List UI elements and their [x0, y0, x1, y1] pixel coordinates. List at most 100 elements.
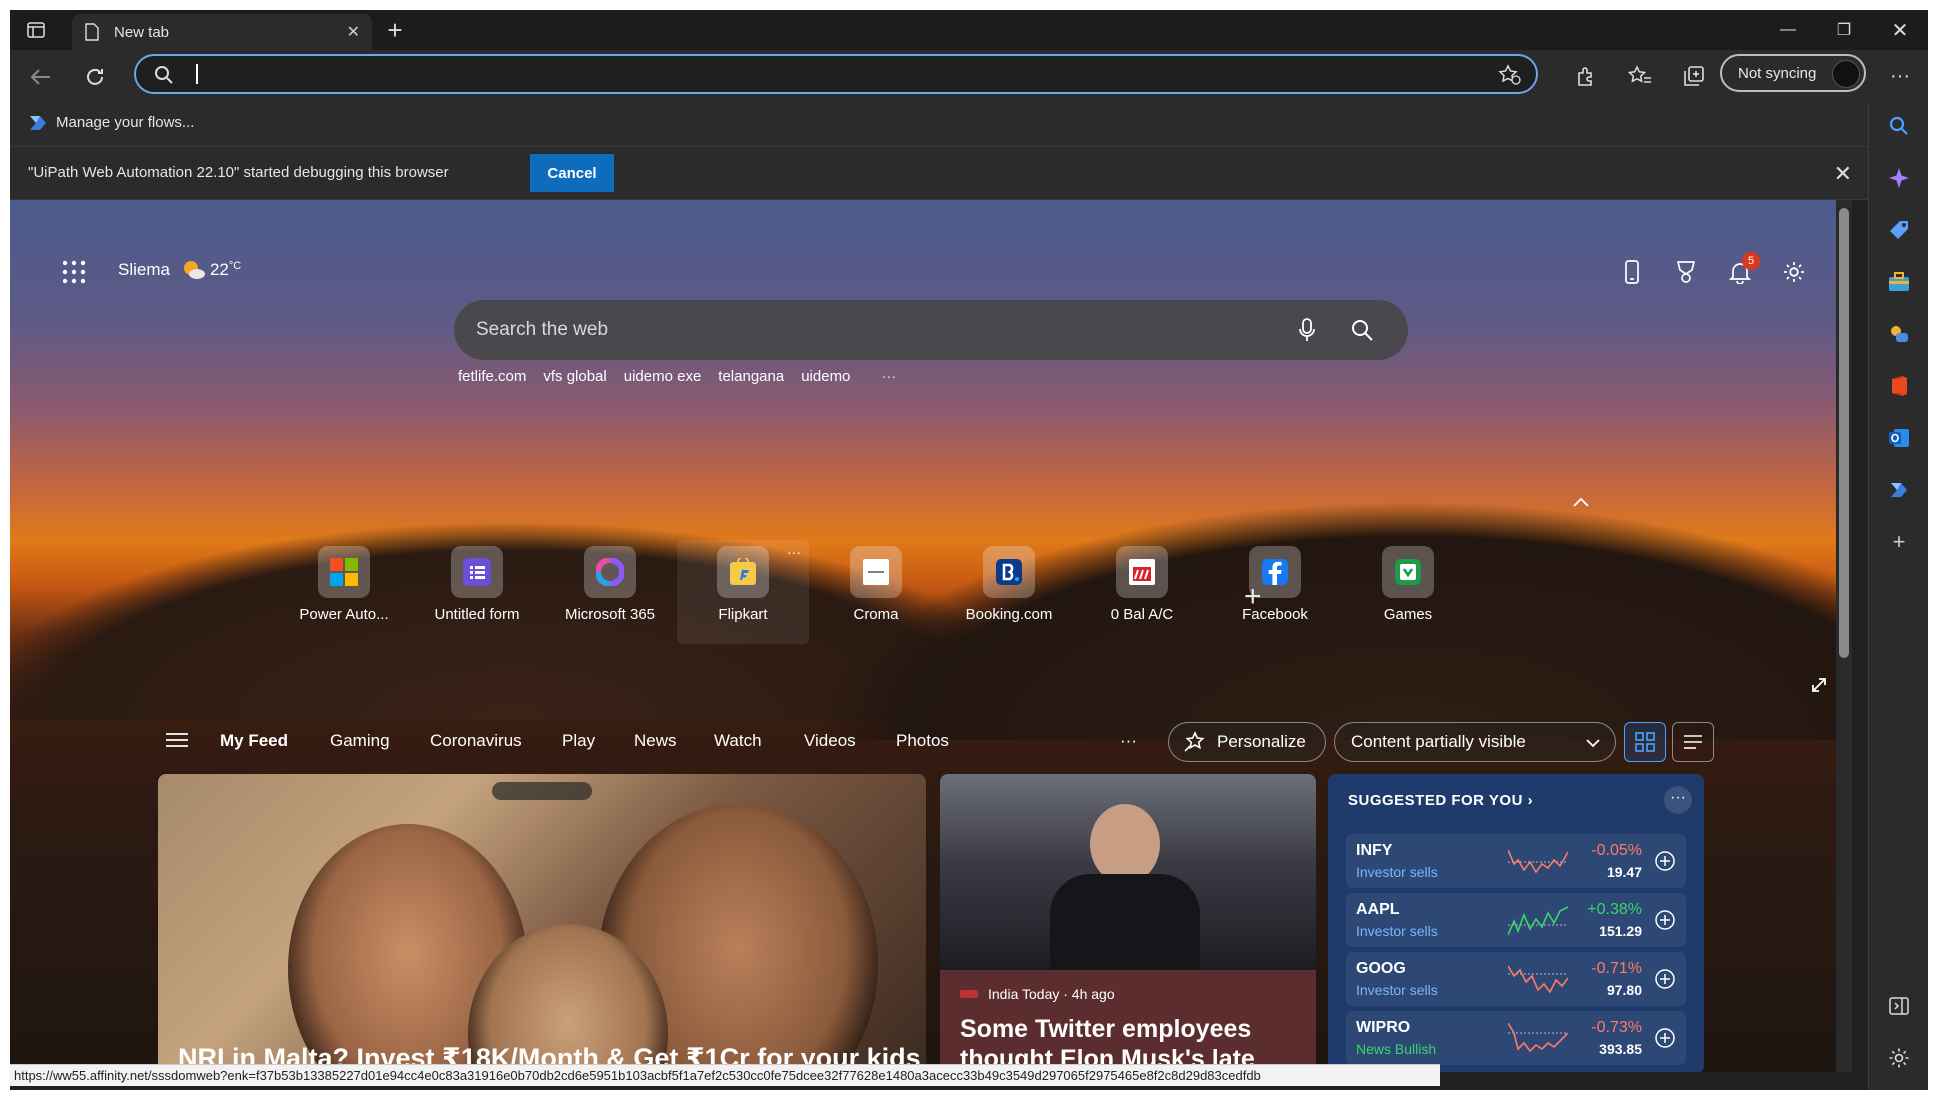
cancel-button[interactable]: Cancel — [530, 154, 614, 192]
feed-tab-videos[interactable]: Videos — [804, 731, 856, 751]
feed-navigation: My Feed Gaming Coronavirus Play News Wat… — [156, 720, 1716, 764]
grid-icon — [1635, 732, 1655, 752]
back-button[interactable] — [26, 62, 56, 92]
booking-icon — [983, 546, 1035, 598]
discover-icon[interactable] — [1887, 166, 1911, 190]
stocks-header[interactable]: SUGGESTED FOR YOU › — [1348, 792, 1533, 809]
collapse-chevron-icon[interactable] — [1572, 492, 1590, 513]
quick-link-tile[interactable]: Flipkart ··· — [677, 540, 809, 644]
extensions-icon[interactable] — [1572, 62, 1600, 90]
collections-icon[interactable] — [1680, 62, 1708, 90]
close-window-button[interactable]: ✕ — [1872, 10, 1928, 50]
add-stock-icon[interactable] — [1654, 909, 1676, 931]
tab-actions-icon[interactable] — [24, 18, 48, 42]
weather-widget[interactable]: Sliema 22 °C — [118, 259, 241, 281]
quick-link-tile[interactable]: Power Auto... — [278, 540, 410, 644]
minimize-button[interactable]: — — [1760, 10, 1816, 50]
stock-note: Investor sells — [1356, 864, 1438, 880]
favorite-manage-flows[interactable]: Manage your flows... — [28, 114, 194, 131]
stocks-widget: SUGGESTED FOR YOU › ··· INFY Investor se… — [1328, 774, 1704, 1072]
suggestion-link[interactable]: uidemo exe — [624, 368, 702, 385]
tab-close-icon[interactable]: ✕ — [347, 22, 360, 42]
list-view-button[interactable] — [1672, 722, 1714, 762]
stock-row[interactable]: AAPL Investor sells +0.38% 151.29 — [1346, 893, 1686, 947]
feed-tab-my-feed[interactable]: My Feed — [220, 731, 288, 751]
stock-change: -0.73% — [1591, 1019, 1642, 1036]
stock-row[interactable]: GOOG Investor sells -0.71% 97.80 — [1346, 952, 1686, 1006]
microphone-icon[interactable] — [1298, 318, 1316, 342]
app-launcher-icon[interactable] — [62, 260, 86, 284]
tile-more-button[interactable]: ··· — [787, 544, 801, 560]
add-favorite-icon[interactable] — [1498, 64, 1522, 86]
address-bar[interactable] — [134, 54, 1538, 94]
outlook-icon[interactable] — [1887, 426, 1911, 450]
favorites-icon[interactable] — [1626, 62, 1654, 90]
news-card[interactable]: India Today · 4h ago Some Twitter employ… — [940, 774, 1316, 1072]
page-scrollbar[interactable] — [1836, 200, 1852, 1072]
games-icon[interactable] — [1887, 322, 1911, 346]
hero-news-card[interactable]: NRI in Malta? Invest ₹18K/Month & Get ₹1… — [158, 774, 926, 1072]
quick-link-label: Croma — [853, 606, 899, 623]
add-quick-link-button[interactable]: + — [1244, 580, 1262, 614]
scrollbar-thumb[interactable] — [1839, 208, 1849, 658]
quick-link-tile[interactable]: Booking.com — [943, 540, 1075, 644]
carousel-indicator[interactable] — [492, 782, 592, 800]
infobar-close-icon[interactable]: ✕ — [1834, 161, 1852, 187]
quick-link-tile[interactable]: 0 Bal A/C — [1076, 540, 1208, 644]
tab-new-tab[interactable]: New tab ✕ — [72, 14, 372, 50]
restore-button[interactable]: ❐ — [1816, 10, 1872, 50]
suggestion-link[interactable]: fetlife.com — [458, 368, 526, 385]
stock-price: 19.47 — [1606, 864, 1642, 880]
grid-view-button[interactable] — [1624, 722, 1666, 762]
office-icon[interactable] — [1887, 374, 1911, 398]
feed-menu-icon[interactable] — [166, 732, 188, 753]
content-visibility-label: Content partially visible — [1351, 732, 1526, 751]
new-tab-button[interactable]: + — [380, 16, 410, 46]
quick-link-tile[interactable]: Facebook — [1209, 540, 1341, 644]
rewards-icon[interactable] — [1672, 258, 1700, 286]
hide-sidebar-icon[interactable] — [1887, 994, 1911, 1018]
stock-row[interactable]: INFY Investor sells -0.05% 19.47 — [1346, 834, 1686, 888]
suggestion-link[interactable]: telangana — [718, 368, 784, 385]
sidebar-search-icon[interactable] — [1887, 114, 1911, 138]
stock-row[interactable]: WIPRO News Bullish -0.73% 393.85 — [1346, 1011, 1686, 1065]
more-menu-icon[interactable]: ··· — [1886, 62, 1914, 90]
stock-symbol: AAPL — [1356, 901, 1400, 918]
phone-icon[interactable] — [1618, 258, 1646, 286]
feed-tab-watch[interactable]: Watch — [714, 731, 762, 751]
add-sidebar-app-icon[interactable]: + — [1887, 529, 1911, 554]
add-stock-icon[interactable] — [1654, 1027, 1676, 1049]
temperature-value: 22 — [209, 260, 229, 279]
stocks-more-button[interactable]: ··· — [1664, 786, 1692, 814]
power-automate-icon[interactable] — [1887, 478, 1911, 502]
games-icon — [1382, 546, 1434, 598]
feed-tab-play[interactable]: Play — [562, 731, 595, 751]
notifications-icon[interactable]: 5 — [1726, 252, 1760, 286]
web-search-box[interactable]: Search the web — [454, 300, 1408, 360]
personalize-button[interactable]: Personalize — [1168, 722, 1326, 762]
feed-tab-coronavirus[interactable]: Coronavirus — [430, 731, 522, 751]
quick-link-tile[interactable]: Microsoft 365 — [544, 540, 676, 644]
quick-link-tile[interactable]: Croma — [810, 540, 942, 644]
feed-tab-gaming[interactable]: Gaming — [330, 731, 390, 751]
suggestions-more-button[interactable]: ··· — [881, 368, 896, 385]
feed-tab-photos[interactable]: Photos — [896, 731, 949, 751]
expand-icon[interactable] — [1810, 676, 1828, 699]
refresh-button[interactable] — [80, 62, 110, 92]
tools-icon[interactable] — [1887, 270, 1911, 294]
suggestion-link[interactable]: uidemo — [801, 368, 850, 385]
suggestion-link[interactable]: vfs global — [543, 368, 606, 385]
page-settings-icon[interactable] — [1780, 258, 1808, 286]
content-visibility-dropdown[interactable]: Content partially visible — [1334, 722, 1616, 762]
shopping-icon[interactable] — [1887, 218, 1911, 242]
add-stock-icon[interactable] — [1654, 850, 1676, 872]
quick-link-tile[interactable]: Games — [1342, 540, 1474, 644]
feed-tab-news[interactable]: News — [634, 731, 677, 751]
search-icon[interactable] — [1350, 318, 1374, 342]
sidebar-settings-icon[interactable] — [1887, 1046, 1911, 1070]
quick-link-label: Booking.com — [965, 606, 1053, 623]
profile-sync-button[interactable]: Not syncing — [1720, 54, 1866, 92]
add-stock-icon[interactable] — [1654, 968, 1676, 990]
feed-more-button[interactable]: ··· — [1120, 731, 1137, 751]
quick-link-tile[interactable]: Untitled form — [411, 540, 543, 644]
